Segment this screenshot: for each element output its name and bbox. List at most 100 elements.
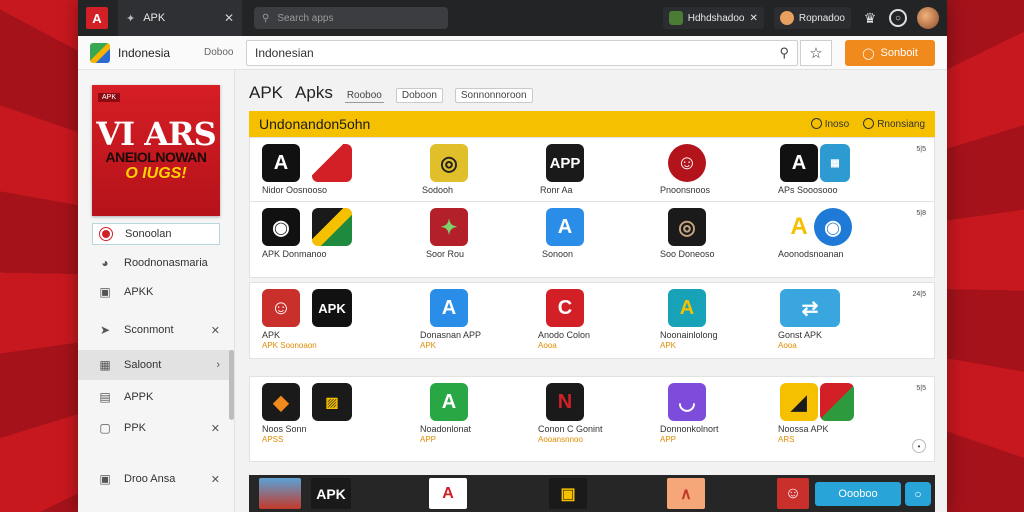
- apk-logo: APK: [311, 478, 351, 509]
- app-card[interactable]: N Conon C Gonint Aooansnnoo: [538, 377, 668, 454]
- banner-action-1[interactable]: Inoso: [810, 118, 849, 130]
- search-input[interactable]: [255, 46, 780, 60]
- browser-window: A ✦ APK ✕ ⚲ Search apps Hdhdshadoo ✕ Rop…: [78, 0, 947, 512]
- document-icon: ▣: [99, 285, 111, 299]
- page-title-text: APK: [249, 83, 284, 102]
- address-placeholder: Search apps: [277, 12, 334, 24]
- app-thumbnail[interactable]: ∧: [667, 478, 705, 509]
- sidebar-item-1[interactable]: ◕ Roodnonasmaria: [78, 248, 234, 278]
- puzzle-icon[interactable]: ♛: [861, 9, 879, 27]
- extension-icon: [668, 11, 683, 25]
- app-name: Noadonlonat: [420, 424, 472, 434]
- app-badge-icon: ▨: [312, 383, 352, 421]
- favorite-button[interactable]: ☆: [800, 40, 832, 66]
- close-icon[interactable]: ✕: [211, 473, 220, 486]
- tab-close-icon[interactable]: ✕: [224, 11, 234, 25]
- record-icon: [99, 227, 113, 241]
- app-subtitle: Aooansnnoo: [538, 435, 583, 444]
- more-icon[interactable]: •: [912, 439, 926, 453]
- close-icon[interactable]: ✕: [749, 13, 757, 24]
- section-banner: Undonandon5ohn Inoso Rnonsiang: [249, 111, 935, 137]
- search-icon: ⚲: [262, 12, 270, 24]
- sidebar-item-3[interactable]: ➤ Sconmont ✕: [78, 315, 234, 345]
- app-icon: ◎: [668, 208, 706, 246]
- sidebar-item-2[interactable]: ▣ APKK: [78, 277, 234, 307]
- app-icon: A: [262, 144, 300, 182]
- extension-chip[interactable]: Hdhdshadoo ✕: [662, 7, 764, 29]
- sidebar-item-0[interactable]: Sonoolan: [92, 223, 220, 245]
- promo-thumbnail[interactable]: [259, 478, 301, 509]
- refresh-icon: [863, 118, 875, 129]
- app-name: Gonst APK: [778, 330, 823, 340]
- settings-icon[interactable]: ○: [889, 9, 907, 27]
- browser-tab[interactable]: ✦ APK ✕: [118, 0, 242, 36]
- app-card[interactable]: ◢ Noossa APK ARS: [778, 377, 908, 454]
- close-icon[interactable]: ✕: [211, 324, 220, 337]
- app-icon: ☺: [668, 144, 706, 182]
- avatar: [779, 11, 794, 25]
- header-link[interactable]: Doboo: [204, 47, 244, 58]
- tab-sonnonnoroon[interactable]: Sonnonnoroon: [454, 88, 533, 103]
- app-card[interactable]: C Anodo Colon Aooa: [538, 283, 668, 360]
- address-bar[interactable]: ⚲ Search apps: [254, 7, 448, 29]
- app-icon: C: [546, 289, 584, 327]
- send-icon: ➤: [99, 323, 111, 337]
- banner-action-2[interactable]: Rnonsiang: [863, 118, 925, 130]
- app-name: APK: [262, 330, 281, 340]
- app-icon: ◡: [668, 383, 706, 421]
- tab-rooboo[interactable]: Rooboo: [344, 89, 384, 103]
- app-card[interactable]: ✦ Soor Rou: [420, 202, 550, 279]
- app-badge-icon: A: [312, 144, 352, 182]
- app-badge-icon: ▦: [820, 144, 850, 182]
- sidebar-item-label: Saloont: [124, 359, 162, 371]
- app-card[interactable]: A Noonainlolong APK: [660, 283, 790, 360]
- banner-title: Undonandon5ohn: [259, 116, 371, 132]
- app-name: Pnoonsnoos: [660, 185, 711, 195]
- app-row: ◆ ▨ Noos Sonn APSS A Noadonlonat APP N C…: [249, 376, 935, 462]
- app-card[interactable]: ☺ APK APK APK Soonoaon: [260, 283, 390, 360]
- app-card[interactable]: ◆ ▨ Noos Sonn APSS: [260, 377, 390, 454]
- page-title-secondary: Apks: [295, 83, 333, 102]
- sidebar-item-6[interactable]: ▢ PPK ✕: [78, 413, 234, 443]
- signin-button[interactable]: ◯ Sonboit: [845, 40, 935, 66]
- search-field[interactable]: ⚲: [246, 40, 798, 66]
- close-icon[interactable]: ✕: [211, 422, 220, 435]
- sidebar-item-5[interactable]: ▤ APPK: [78, 382, 234, 412]
- app-icon: ⇄: [780, 289, 840, 327]
- profile-chip[interactable]: Ropnadoo: [773, 7, 851, 29]
- chat-icon[interactable]: ○: [905, 482, 931, 506]
- app-name: Anodo Colon: [538, 330, 591, 340]
- row-meta: 24|5: [912, 291, 927, 298]
- app-icon: ✦: [430, 208, 468, 246]
- app-card[interactable]: ◡ Donnonkolnort APP: [660, 377, 790, 454]
- app-name: Donnonkolnort: [660, 424, 719, 434]
- app-card[interactable]: A ◉ Aoonodsnoanan: [778, 202, 908, 279]
- app-card[interactable]: ⇄ Gonst APK Aooa: [778, 283, 908, 360]
- download-button[interactable]: Oooboo: [815, 482, 901, 506]
- sidebar-item-label: Sonoolan: [125, 228, 172, 240]
- app-icon: N: [546, 383, 584, 421]
- promo-tagline: O IUGS!: [125, 165, 187, 182]
- tab-doboon[interactable]: Doboon: [395, 88, 443, 103]
- country-selector[interactable]: Indonesia: [78, 42, 198, 63]
- promo-banner[interactable]: APK VI ARS ANEIOLNOWAN O IUGS!: [92, 85, 220, 216]
- sidebar-item-7[interactable]: ▣ Droo Ansa ✕: [78, 464, 234, 494]
- app-icon: A: [780, 144, 818, 182]
- app-card[interactable]: ◎ Soo Doneoso: [660, 202, 790, 279]
- star-icon: ☆: [809, 45, 823, 62]
- sidebar-item-label: PPK: [124, 422, 147, 434]
- app-card[interactable]: A Noadonlonat APP: [420, 377, 550, 454]
- app-icon: ◉: [262, 208, 300, 246]
- sidebar-scrollbar[interactable]: [229, 350, 234, 420]
- app-name: Noonainlolong: [660, 330, 718, 340]
- app-thumbnail[interactable]: ☺: [777, 478, 809, 509]
- app-card[interactable]: ◉ APK Donmanoo: [260, 202, 390, 279]
- user-avatar[interactable]: [917, 7, 939, 29]
- app-card[interactable]: A Sonoon: [538, 202, 668, 279]
- app-card[interactable]: A Donasnan APP APK: [420, 283, 550, 360]
- app-thumbnail[interactable]: A: [429, 478, 467, 509]
- app-thumbnail[interactable]: ▣: [549, 478, 587, 509]
- profile-label: Ropnadoo: [798, 12, 845, 24]
- search-icon[interactable]: ⚲: [779, 45, 789, 61]
- sidebar-item-4[interactable]: ▦ Saloont ›: [78, 350, 234, 380]
